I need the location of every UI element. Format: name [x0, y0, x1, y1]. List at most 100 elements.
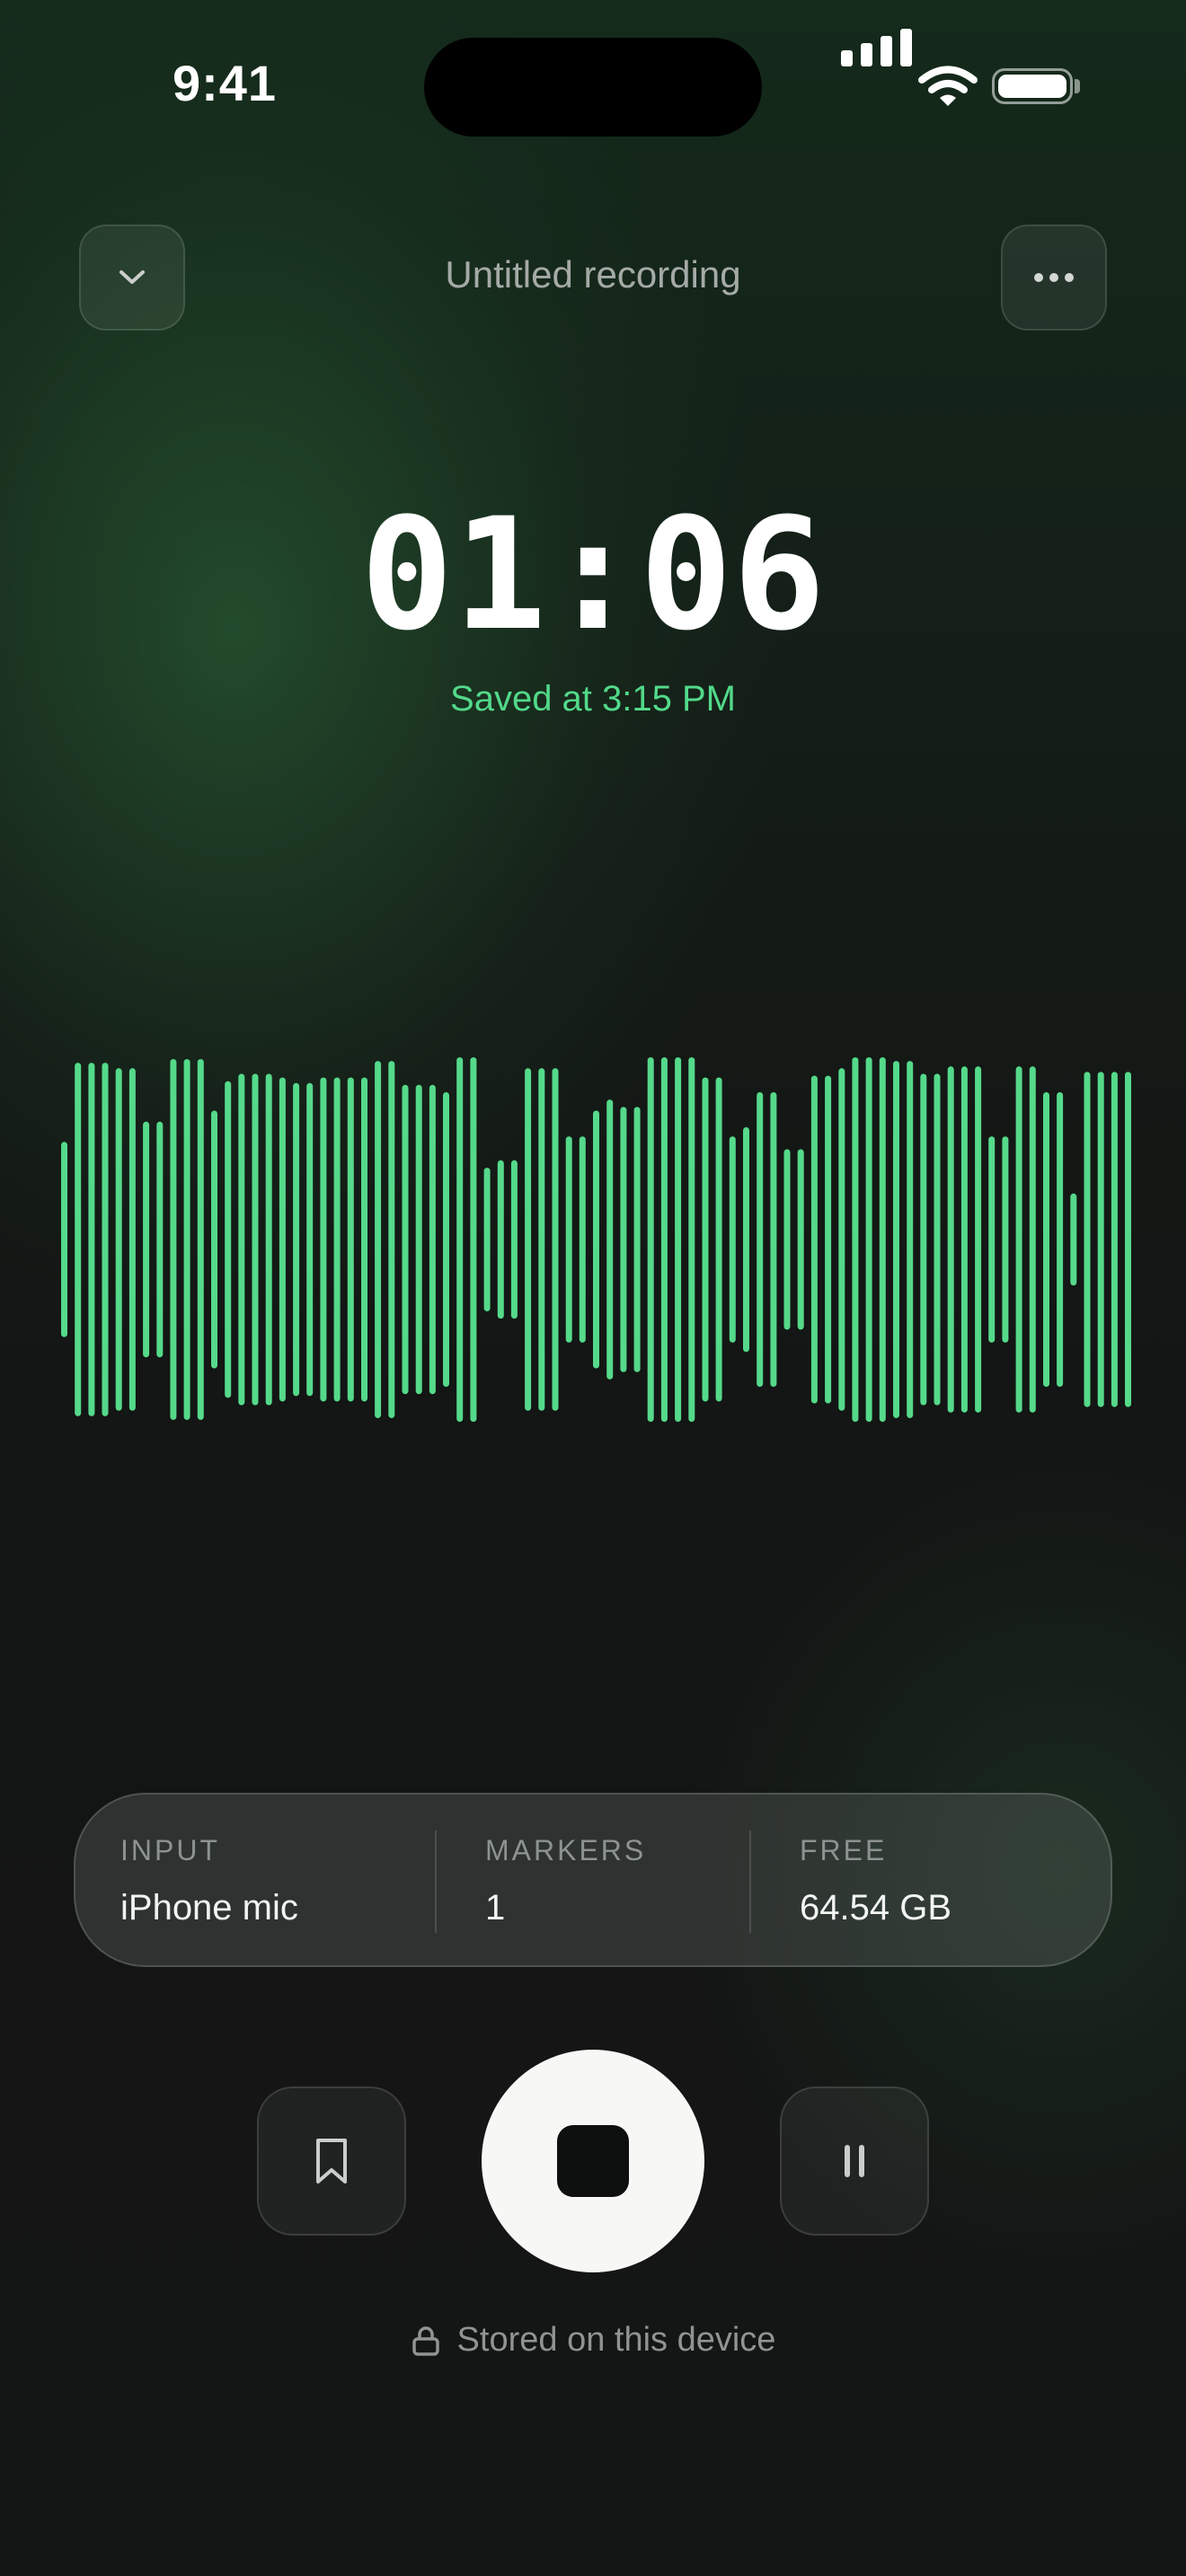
waveform-bar [252, 1073, 259, 1406]
waveform-bar [75, 1063, 82, 1416]
waveform-bar [865, 1057, 872, 1422]
waveform-bar [102, 1063, 109, 1416]
waveform-bar [934, 1073, 941, 1406]
more-options-button[interactable] [1001, 225, 1107, 331]
waveform-bar [306, 1082, 314, 1397]
markers-info: MARKERS 1 [485, 1795, 755, 1965]
waveform-bar [879, 1057, 886, 1422]
bookmark-icon [316, 2139, 347, 2183]
waveform-bar [61, 1142, 67, 1337]
waveform-bar [688, 1057, 695, 1422]
waveform-bar [947, 1066, 954, 1413]
chevron-down-icon [119, 270, 145, 284]
waveform-bar [402, 1084, 409, 1395]
waveform-bar [770, 1092, 777, 1387]
input-info: INPUT iPhone mic [120, 1795, 462, 1965]
waveform-bar [320, 1077, 327, 1402]
free-space-info: FREE 64.54 GB [800, 1795, 1087, 1965]
waveform-bar [593, 1110, 599, 1369]
waveform-bar [606, 1099, 614, 1380]
waveform-bar [238, 1073, 245, 1406]
storage-text: Stored on this device [456, 2321, 776, 2359]
waveform-bar [810, 1075, 818, 1404]
free-value: 64.54 GB [800, 1888, 952, 1928]
status-time: 9:41 [172, 55, 278, 111]
waveform-bar [893, 1061, 899, 1418]
waveform-bar [579, 1136, 586, 1343]
waveform-bar [115, 1068, 122, 1411]
waveform-bar [907, 1061, 914, 1418]
waveform-bar [510, 1160, 518, 1319]
waveform-bar [456, 1057, 464, 1422]
waveform-bar [388, 1061, 395, 1418]
waveform-bar [88, 1063, 95, 1416]
waveform-bar [279, 1077, 286, 1402]
waveform-bar [1125, 1072, 1131, 1407]
waveform-bar [960, 1066, 968, 1413]
waveform-bar [1097, 1072, 1104, 1407]
input-value: iPhone mic [120, 1888, 298, 1928]
waveform-bar [128, 1068, 136, 1411]
waveform-bar [156, 1121, 164, 1358]
waveform-bar [1015, 1066, 1022, 1413]
waveform-bar [415, 1084, 422, 1395]
waveform-bar [825, 1075, 832, 1404]
waveform-bar [675, 1057, 682, 1422]
waveform-bar [538, 1068, 545, 1411]
add-marker-button[interactable] [257, 2086, 406, 2236]
input-label: INPUT [120, 1834, 220, 1866]
waveform-bar [743, 1127, 749, 1353]
waveform-bar [293, 1082, 300, 1397]
waveform-bar [525, 1068, 532, 1411]
waveform-bar [347, 1077, 354, 1402]
waveform-bar [715, 1077, 722, 1402]
waveform-bar [470, 1057, 477, 1422]
recording-info-card: INPUT iPhone mic MARKERS 1 FREE 64.54 GB [74, 1793, 1112, 1967]
waveform-bar [702, 1077, 709, 1402]
waveform-bar [757, 1092, 764, 1387]
stop-button[interactable] [482, 2050, 704, 2272]
battery-cap [1075, 79, 1080, 93]
waveform-bar [483, 1168, 491, 1311]
waveform-bar [265, 1073, 272, 1406]
waveform-bar [852, 1057, 859, 1422]
storage-note: Stored on this device [270, 2321, 916, 2360]
pause-icon [845, 2145, 864, 2177]
waveform-bar [729, 1136, 736, 1343]
more-icon [1034, 273, 1074, 282]
waveform-bar [1084, 1072, 1091, 1407]
card-divider [749, 1831, 751, 1933]
card-divider [435, 1831, 437, 1933]
waveform-bar [1070, 1193, 1077, 1286]
waveform-bar [783, 1149, 791, 1330]
waveform-bar [1043, 1092, 1049, 1387]
waveform-bar [565, 1136, 572, 1343]
waveform-bar [552, 1068, 559, 1411]
stop-icon [557, 2125, 629, 2197]
waveform-bar [988, 1136, 996, 1343]
waveform-bar [333, 1077, 341, 1402]
markers-label: MARKERS [485, 1834, 647, 1866]
waveform-bar [1057, 1092, 1064, 1387]
waveform-bar [361, 1077, 367, 1402]
elapsed-timer: 01:06 [360, 484, 826, 665]
waveform-bar [225, 1081, 232, 1398]
waveform-bar [143, 1121, 150, 1358]
waveform-bar [497, 1160, 504, 1319]
waveform-bar [920, 1073, 927, 1406]
waveform-bar [211, 1110, 217, 1369]
wifi-icon [918, 66, 978, 106]
audio-waveform [61, 1057, 1131, 1422]
waveform-bar [1111, 1072, 1118, 1407]
recording-title[interactable]: Untitled recording [270, 253, 916, 296]
collapse-button[interactable] [79, 225, 185, 331]
waveform-bar [1002, 1136, 1009, 1343]
waveform-bar [375, 1061, 382, 1418]
waveform-bar [170, 1059, 177, 1420]
waveform-bar [797, 1149, 804, 1330]
waveform-bar [838, 1068, 845, 1411]
waveform-bar [197, 1059, 204, 1420]
waveform-bar [660, 1057, 668, 1422]
pause-button[interactable] [780, 2086, 929, 2236]
lock-icon [412, 2325, 439, 2356]
